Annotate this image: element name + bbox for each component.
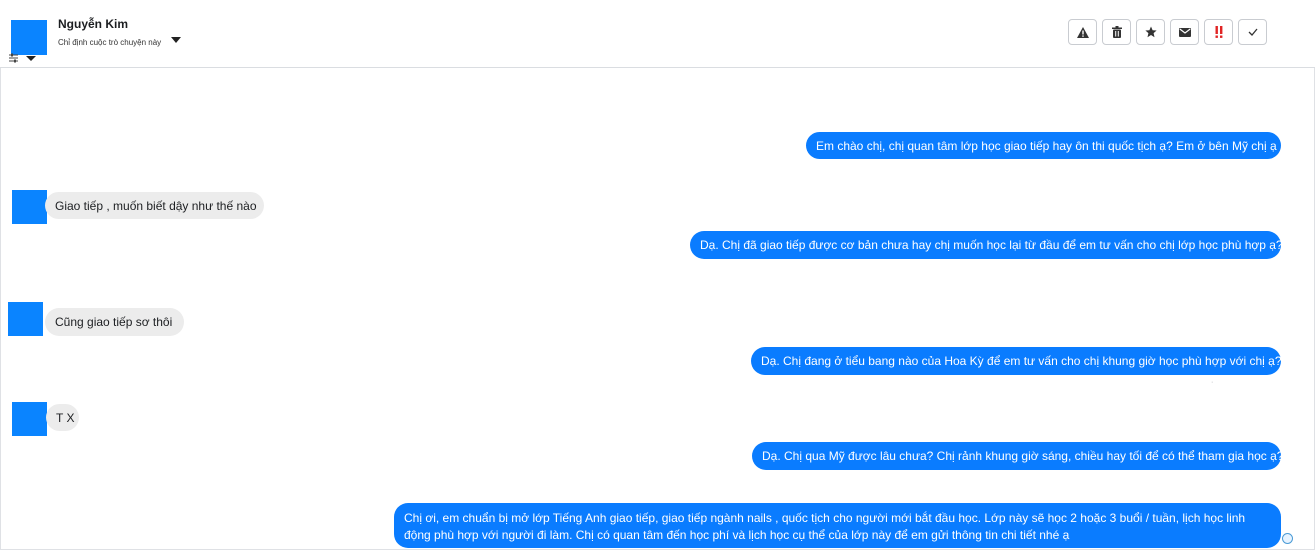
important-button[interactable] (1204, 19, 1233, 45)
outgoing-message[interactable]: Em chào chị, chị quan tâm lớp học giao t… (806, 132, 1281, 159)
mark-done-button[interactable] (1238, 19, 1267, 45)
double-exclamation-icon (1215, 26, 1222, 38)
delete-button[interactable] (1102, 19, 1131, 45)
check-icon (1248, 28, 1257, 36)
contact-name[interactable]: Nguyễn Kim (58, 17, 128, 31)
incoming-message[interactable]: Cũng giao tiếp sơ thôi (45, 308, 184, 336)
mark-unread-button[interactable] (1170, 19, 1199, 45)
assign-conversation-label[interactable]: Chỉ định cuộc trò chuyện này (58, 38, 161, 47)
filter-sliders-icon[interactable] (8, 52, 38, 64)
envelope-icon (1178, 27, 1191, 37)
conversation-header: Nguyễn Kim Chỉ định cuộc trò chuyện này (0, 0, 1315, 68)
report-button[interactable] (1068, 19, 1097, 45)
assign-dropdown-chevron-icon[interactable] (171, 37, 181, 43)
seen-indicator: · (1211, 379, 1214, 386)
warning-icon (1076, 26, 1089, 38)
outgoing-message[interactable]: Chị ơi, em chuẩn bị mở lớp Tiếng Anh gia… (394, 503, 1281, 548)
customer-avatar (12, 402, 47, 436)
conversation-actions (1068, 19, 1267, 45)
incoming-message[interactable]: T X (46, 404, 79, 431)
trash-icon (1111, 26, 1122, 38)
outgoing-message[interactable]: Dạ. Chị đã giao tiếp được cơ bản chưa ha… (690, 231, 1283, 259)
outgoing-message[interactable]: Dạ. Chị qua Mỹ được lâu chưa? Chị rảnh k… (752, 442, 1283, 470)
customer-avatar (8, 302, 43, 336)
scroll-to-bottom-icon[interactable] (1282, 533, 1293, 544)
star-icon (1144, 26, 1157, 38)
customer-avatar (12, 190, 47, 224)
contact-avatar[interactable] (11, 20, 47, 55)
star-button[interactable] (1136, 19, 1165, 45)
incoming-message[interactable]: Giao tiếp , muốn biết dậy như thế nào (45, 192, 264, 219)
outgoing-message[interactable]: Dạ. Chị đang ở tiểu bang nào của Hoa Kỳ … (751, 347, 1282, 375)
